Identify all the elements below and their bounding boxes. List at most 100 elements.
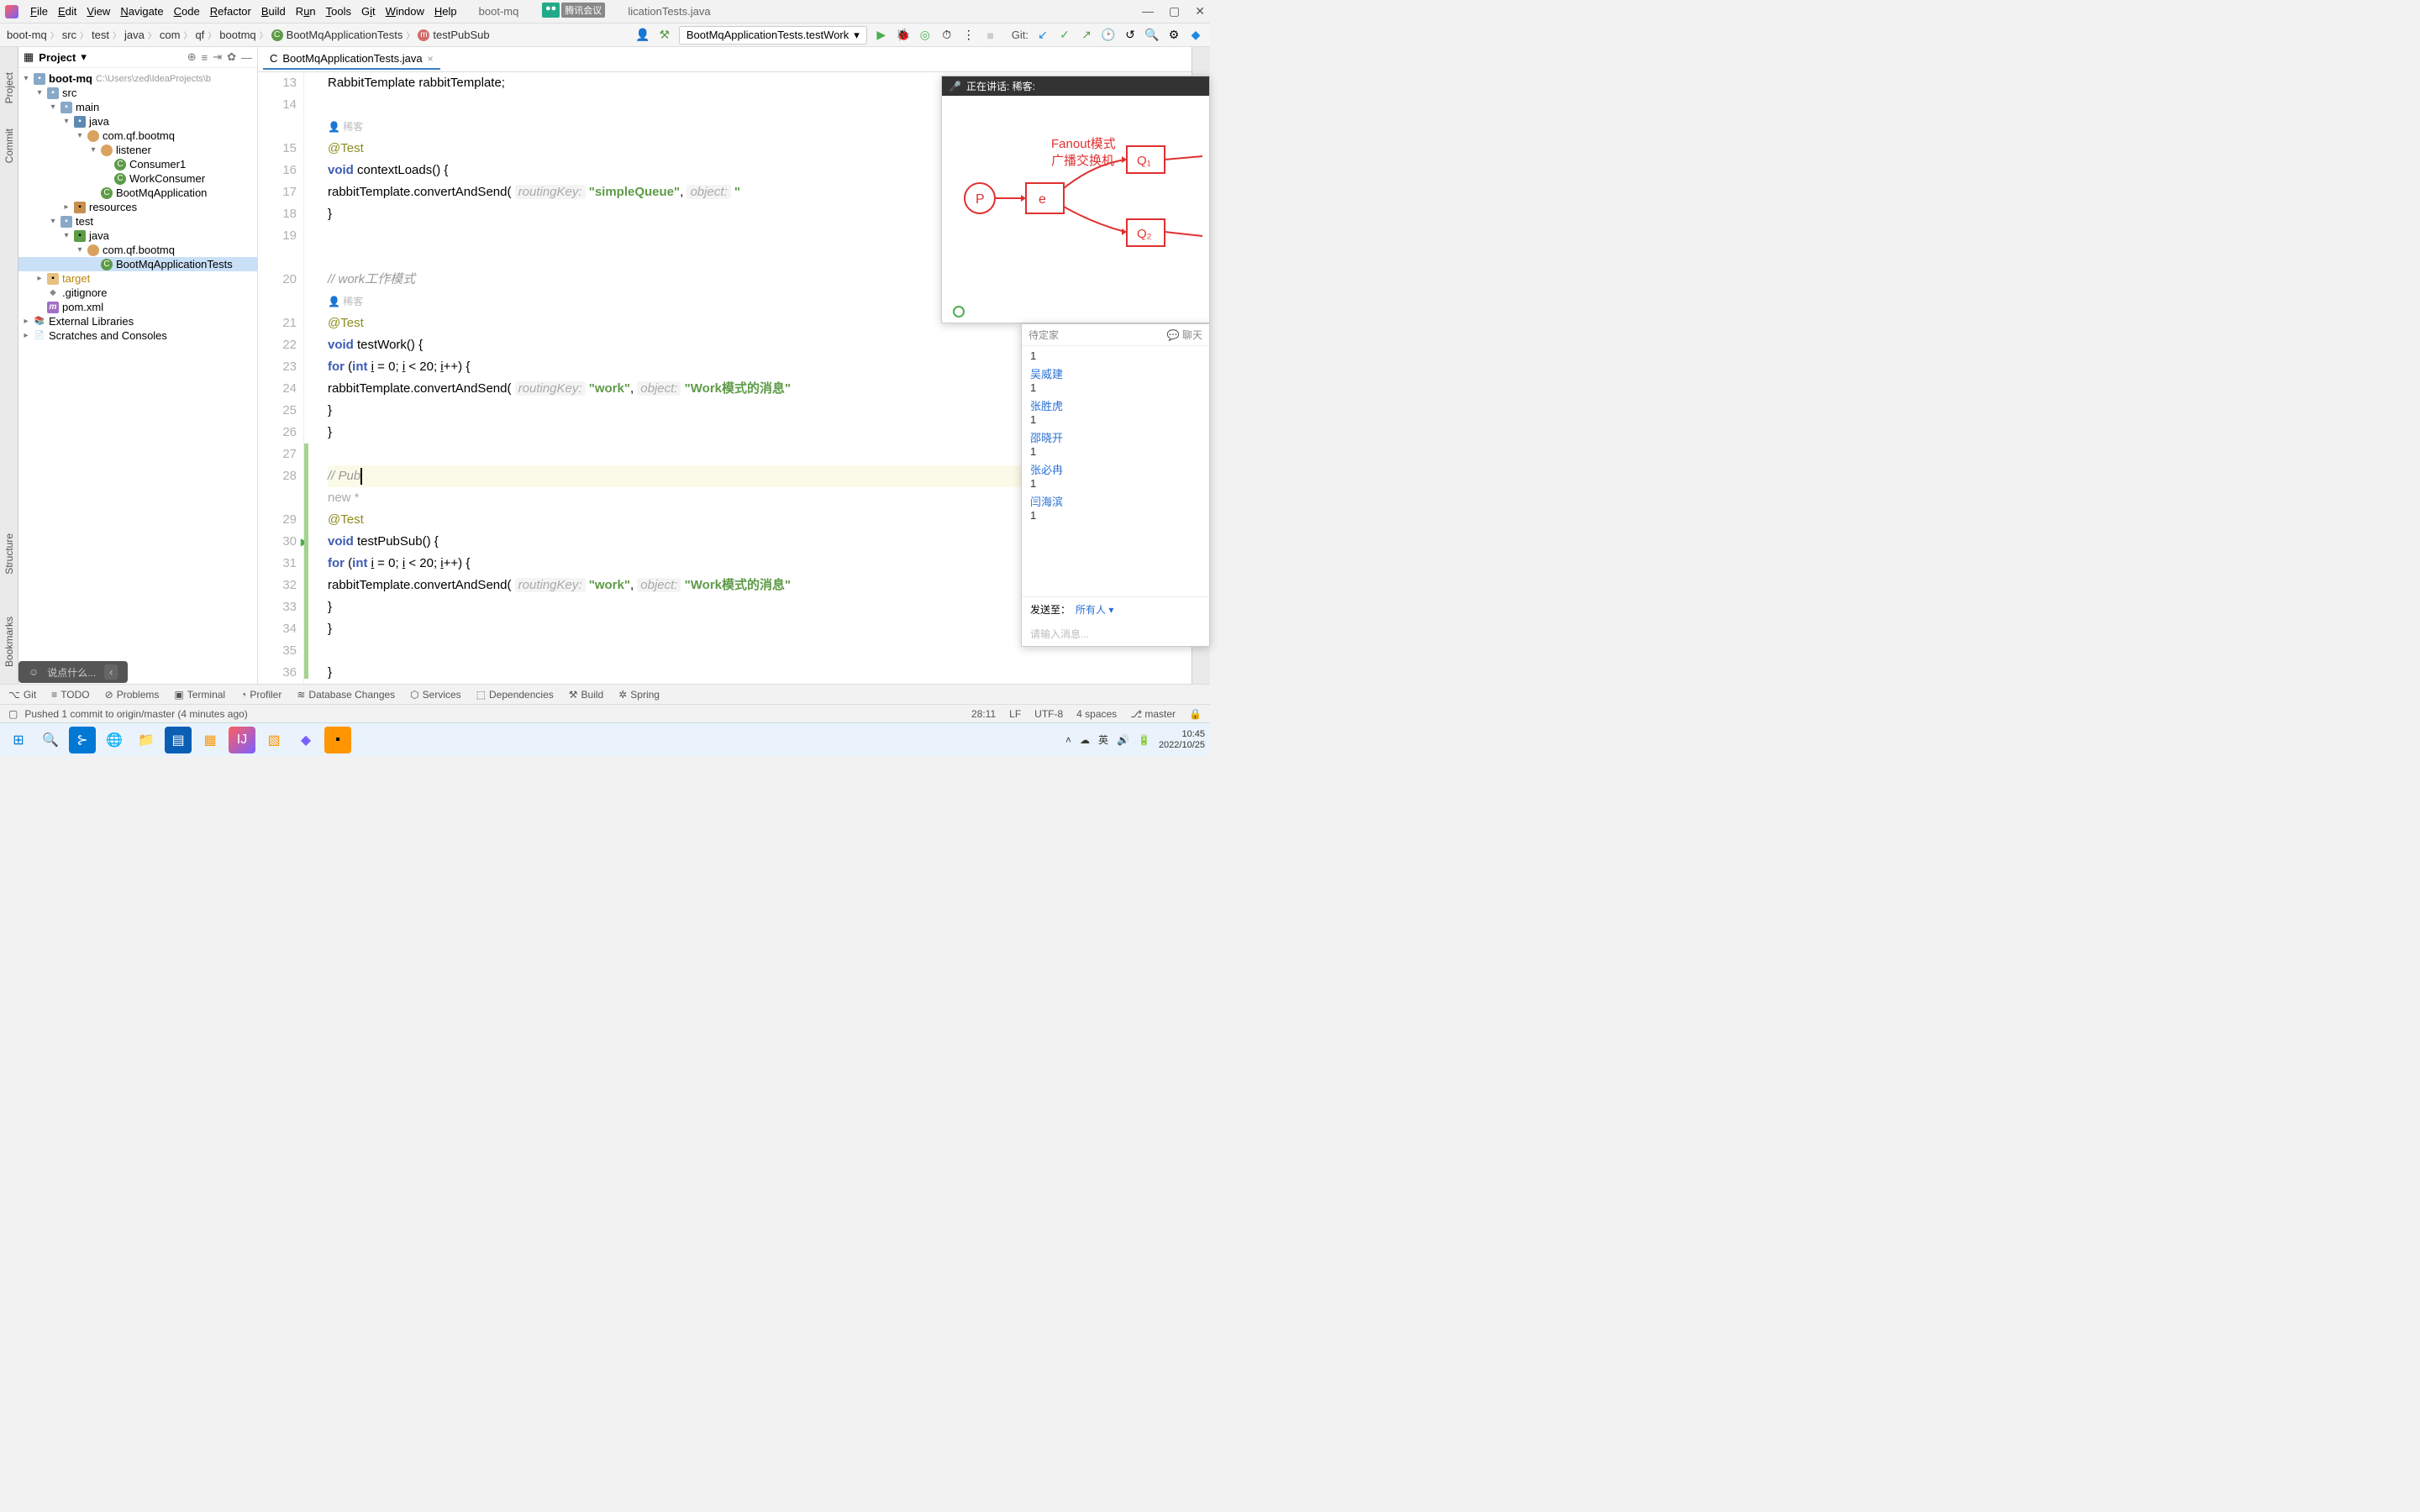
status-lock-icon[interactable]: 🔒 bbox=[1189, 708, 1202, 720]
menu-help[interactable]: Help bbox=[429, 5, 462, 18]
run-button[interactable]: ▶ bbox=[874, 28, 889, 42]
tw-spring[interactable]: ✲ Spring bbox=[618, 689, 660, 701]
crumb-class[interactable]: BootMqApplicationTests bbox=[287, 29, 403, 41]
run-config-selector[interactable]: BootMqApplicationTests.testWork ▾ bbox=[679, 26, 867, 45]
tree-pom[interactable]: mpom.xml bbox=[18, 300, 257, 314]
menu-window[interactable]: Window bbox=[381, 5, 429, 18]
tree-resources[interactable]: ▸▪resources bbox=[18, 200, 257, 214]
tree-gitignore[interactable]: ◆.gitignore bbox=[18, 286, 257, 300]
user-icon[interactable]: 👤 bbox=[635, 28, 650, 42]
ime-indicator[interactable]: 英 bbox=[1098, 732, 1108, 747]
tree-test[interactable]: ▾▪test bbox=[18, 214, 257, 228]
crumb-src[interactable]: src bbox=[62, 29, 76, 41]
close-icon[interactable]: ✕ bbox=[1195, 4, 1205, 18]
app2-icon[interactable]: ▧ bbox=[260, 727, 287, 753]
assist-collapse-icon[interactable]: ‹ bbox=[104, 664, 118, 680]
assist-bubble[interactable]: ☺ 说点什么... ‹ bbox=[18, 661, 128, 683]
menu-refactor[interactable]: Refactor bbox=[205, 5, 256, 18]
tree-src[interactable]: ▾▪src bbox=[18, 86, 257, 100]
settings-gear-icon[interactable]: ✿ bbox=[227, 50, 236, 64]
tw-todo[interactable]: ≡ TODO bbox=[51, 689, 89, 701]
coverage-button[interactable]: ◎ bbox=[918, 28, 933, 42]
menu-navigate[interactable]: Navigate bbox=[115, 5, 168, 18]
status-toggle-icon[interactable]: ▢ bbox=[8, 708, 18, 720]
status-encoding[interactable]: UTF-8 bbox=[1034, 708, 1063, 720]
chat-messages[interactable]: 1 吴威建1 张胜虎1 邵晓开1 张必冉1 闫海滨1 bbox=[1022, 346, 1209, 596]
app4-icon[interactable]: ▪ bbox=[324, 727, 351, 753]
crumb-bootmq[interactable]: bootmq bbox=[219, 29, 255, 41]
debug-button[interactable]: 🐞 bbox=[896, 28, 911, 42]
tree-scratches[interactable]: ▸📄Scratches and Consoles bbox=[18, 328, 257, 343]
sidebar-tab-structure[interactable]: Structure bbox=[3, 533, 15, 575]
meeting-whiteboard[interactable]: 🎤正在讲话: 稀客: Fanout模式 广播交换机 P e Q₁ Q₂ bbox=[941, 76, 1210, 323]
tw-profiler[interactable]: ◔ Profiler bbox=[240, 689, 281, 701]
app3-icon[interactable]: ◆ bbox=[292, 727, 319, 753]
menu-tools[interactable]: Tools bbox=[321, 5, 356, 18]
meeting-app-name[interactable]: 腾讯会议 bbox=[561, 3, 605, 18]
tw-problems[interactable]: ⊘ Problems bbox=[105, 689, 160, 701]
crumb-java[interactable]: java bbox=[124, 29, 145, 41]
sidebar-tab-commit[interactable]: Commit bbox=[3, 129, 15, 163]
chrome-icon[interactable]: 🌐 bbox=[101, 727, 128, 753]
select-opened-file-icon[interactable]: ⊕ bbox=[187, 50, 197, 64]
chat-input[interactable]: 请输入消息... bbox=[1022, 622, 1209, 646]
profile-button[interactable]: ⏱ bbox=[939, 28, 955, 42]
tree-extlib[interactable]: ▸📚External Libraries bbox=[18, 314, 257, 328]
status-branch[interactable]: ⎇ master bbox=[1130, 708, 1176, 720]
build-hammer-icon[interactable]: ⚒ bbox=[657, 28, 672, 42]
tree-workconsumer[interactable]: CWorkConsumer bbox=[18, 171, 257, 186]
crumb-qf[interactable]: qf bbox=[195, 29, 204, 41]
editor-tab[interactable]: C BootMqApplicationTests.java × bbox=[263, 49, 440, 70]
tree-listener[interactable]: ▾listener bbox=[18, 143, 257, 157]
tree-test-java[interactable]: ▾▪java bbox=[18, 228, 257, 243]
vscode-icon[interactable]: ⊱ bbox=[69, 727, 96, 753]
tw-terminal[interactable]: ▣ Terminal bbox=[174, 689, 225, 701]
meeting-chat-panel[interactable]: 待定家💬 聊天 1 吴威建1 张胜虎1 邵晓开1 张必冉1 闫海滨1 发送至：所… bbox=[1021, 323, 1210, 647]
tw-git[interactable]: ⌥ Git bbox=[8, 689, 36, 701]
tw-services[interactable]: ⬡ Services bbox=[410, 689, 461, 701]
tree-java[interactable]: ▾▪java bbox=[18, 114, 257, 129]
tree-test-pkg[interactable]: ▾com.qf.bootmq bbox=[18, 243, 257, 257]
search-everywhere-icon[interactable]: 🔍 bbox=[1144, 28, 1160, 42]
git-push-icon[interactable]: ↗ bbox=[1079, 28, 1094, 42]
intellij-icon[interactable]: IJ bbox=[229, 727, 255, 753]
line-gutter[interactable]: 1314 1516171819 20 2122232425262728 29 3… bbox=[258, 72, 304, 684]
app-icon[interactable]: ▦ bbox=[197, 727, 224, 753]
send-to-select[interactable]: 所有人 ▾ bbox=[1076, 602, 1113, 617]
git-update-icon[interactable]: ↙ bbox=[1035, 28, 1050, 42]
tree-target[interactable]: ▸▪target bbox=[18, 271, 257, 286]
tree-test-class[interactable]: CBootMqApplicationTests bbox=[18, 257, 257, 271]
more-run-icon[interactable]: ⋮ bbox=[961, 28, 976, 42]
menu-edit[interactable]: Edit bbox=[53, 5, 82, 18]
battery-icon[interactable]: 🔋 bbox=[1138, 734, 1150, 746]
crumb-com[interactable]: com bbox=[160, 29, 181, 41]
status-indent[interactable]: 4 spaces bbox=[1076, 708, 1117, 720]
plugin-icon[interactable]: ◆ bbox=[1188, 28, 1203, 42]
tree-pkg[interactable]: ▾com.qf.bootmq bbox=[18, 129, 257, 143]
git-commit-icon[interactable]: ✓ bbox=[1057, 28, 1072, 42]
menu-build[interactable]: Build bbox=[256, 5, 291, 18]
tree-consumer1[interactable]: CConsumer1 bbox=[18, 157, 257, 171]
start-button[interactable]: ⊞ bbox=[5, 727, 32, 753]
status-linesep[interactable]: LF bbox=[1009, 708, 1021, 720]
clock[interactable]: 10:45 2022/10/25 bbox=[1159, 729, 1205, 751]
search-button[interactable]: 🔍 bbox=[37, 727, 64, 753]
crumb-method[interactable]: testPubSub bbox=[433, 29, 489, 41]
menu-git[interactable]: Git bbox=[356, 5, 381, 18]
meeting-icon[interactable]: ▤ bbox=[165, 727, 192, 753]
sidebar-tab-bookmarks[interactable]: Bookmarks bbox=[3, 617, 15, 667]
close-tab-icon[interactable]: × bbox=[428, 53, 434, 65]
maximize-icon[interactable]: ▢ bbox=[1169, 4, 1180, 18]
status-pos[interactable]: 28:11 bbox=[971, 708, 996, 720]
project-panel-title[interactable]: Project bbox=[39, 51, 76, 64]
chat-tab-label[interactable]: 💬 聊天 bbox=[1167, 328, 1202, 342]
tree-root[interactable]: ▾▪boot-mq C:\Users\zed\IdeaProjects\b bbox=[18, 71, 257, 86]
tw-deps[interactable]: ⬚ Dependencies bbox=[476, 689, 554, 701]
git-history-icon[interactable]: 🕑 bbox=[1101, 28, 1116, 42]
settings-icon[interactable]: ⚙ bbox=[1166, 28, 1181, 42]
git-rollback-icon[interactable]: ↺ bbox=[1123, 28, 1138, 42]
hide-panel-icon[interactable]: — bbox=[241, 51, 252, 64]
explorer-icon[interactable]: 📁 bbox=[133, 727, 160, 753]
volume-icon[interactable]: 🔊 bbox=[1117, 734, 1129, 746]
onedrive-icon[interactable]: ☁ bbox=[1080, 734, 1090, 746]
